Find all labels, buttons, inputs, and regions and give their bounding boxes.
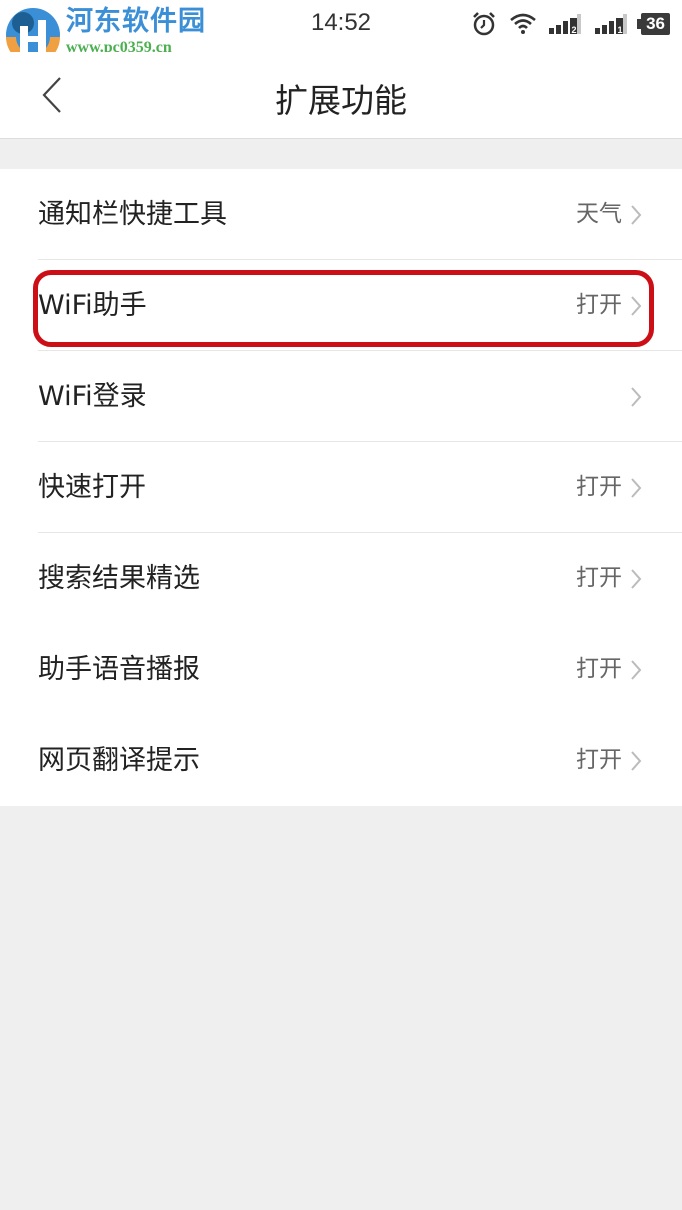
setting-row-quick-open[interactable]: 快速打开 打开 (0, 442, 682, 533)
chevron-right-icon (631, 660, 642, 680)
setting-row-search-picks[interactable]: 搜索结果精选 打开 (0, 533, 682, 624)
signal-sim2-icon: 2 (549, 12, 583, 36)
setting-row-wifi-login[interactable]: WiFi登录 (0, 351, 682, 442)
setting-value: 打开 (576, 292, 622, 318)
watermark-title: 河东软件园 (66, 6, 206, 37)
signal-sim1-icon: 1 (595, 12, 629, 36)
chevron-right-icon (631, 751, 642, 771)
setting-value: 打开 (576, 747, 622, 773)
setting-label: 搜索结果精选 (38, 563, 200, 594)
setting-row-wifi-assistant[interactable]: WiFi助手 打开 (0, 260, 682, 351)
setting-label: 通知栏快捷工具 (38, 199, 227, 230)
status-icons: 2 1 36 (471, 10, 670, 38)
alarm-icon (471, 11, 497, 37)
nav-bar: 扩展功能 (0, 52, 682, 139)
chevron-right-icon (631, 296, 642, 316)
sim1-label: 1 (618, 25, 623, 35)
chevron-right-icon (631, 387, 642, 407)
chevron-right-icon (631, 569, 642, 589)
chevron-right-icon (631, 478, 642, 498)
page-title: 扩展功能 (275, 81, 407, 120)
setting-value: 打开 (576, 656, 622, 682)
chevron-right-icon (631, 205, 642, 225)
settings-list: 通知栏快捷工具 天气 WiFi助手 打开 WiFi登录 快速打开 打开 搜索结果… (0, 169, 682, 806)
setting-row-translate-prompt[interactable]: 网页翻译提示 打开 (0, 715, 682, 806)
setting-value: 天气 (576, 201, 622, 227)
setting-label: WiFi登录 (38, 381, 147, 412)
setting-label: 快速打开 (38, 472, 146, 503)
setting-row-notification-shortcuts[interactable]: 通知栏快捷工具 天气 (0, 169, 682, 260)
battery-icon: 36 (637, 13, 670, 35)
setting-value: 打开 (576, 474, 622, 500)
wifi-icon (509, 12, 537, 36)
setting-label: 助手语音播报 (38, 654, 200, 685)
setting-value: 打开 (576, 565, 622, 591)
setting-label: WiFi助手 (38, 290, 147, 321)
setting-label: 网页翻译提示 (38, 745, 200, 776)
setting-row-voice-broadcast[interactable]: 助手语音播报 打开 (0, 624, 682, 715)
sim2-label: 2 (572, 25, 577, 35)
